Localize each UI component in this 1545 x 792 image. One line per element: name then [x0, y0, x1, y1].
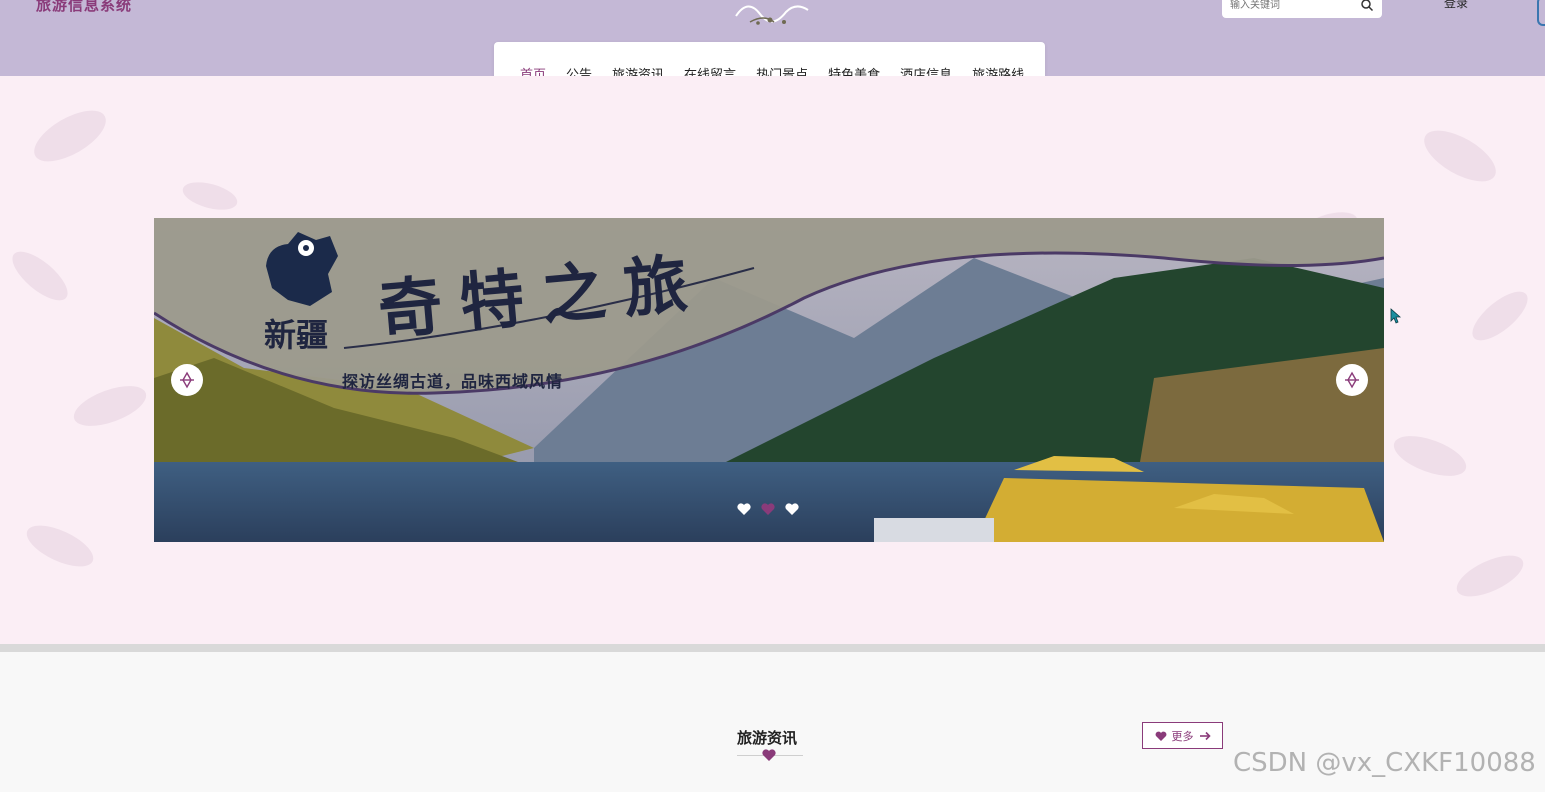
carousel-prev-button[interactable] — [171, 364, 203, 396]
compass-arrow-icon — [1345, 371, 1359, 389]
arrow-right-icon — [1199, 731, 1211, 740]
side-handle[interactable] — [1537, 0, 1545, 26]
section-divider — [0, 644, 1545, 652]
banner-region-text: 新疆 — [264, 316, 329, 354]
watermark-text: CSDN @vx_CXKF10088 — [1233, 748, 1536, 778]
search-box[interactable] — [1222, 0, 1382, 18]
more-button[interactable]: 更多 — [1142, 722, 1223, 749]
compass-arrow-icon — [180, 371, 194, 389]
section-title: 旅游资讯 — [737, 729, 798, 747]
carousel-dot-1[interactable] — [737, 503, 751, 515]
site-title[interactable]: 旅游信息系统 — [36, 0, 132, 15]
more-button-label: 更多 — [1171, 729, 1194, 743]
carousel-dot-3[interactable] — [785, 503, 799, 515]
login-link[interactable]: 登录 — [1444, 0, 1468, 11]
xinjiang-map-icon — [266, 232, 338, 306]
heart-icon — [762, 749, 776, 761]
search-icon[interactable] — [1360, 0, 1374, 12]
carousel-next-button[interactable] — [1336, 364, 1368, 396]
banner-subtitle: 探访丝绸古道，品味西域风情 — [342, 372, 564, 391]
site-logo[interactable] — [730, 0, 814, 28]
search-input[interactable] — [1230, 0, 1360, 11]
heart-icon — [1155, 731, 1166, 741]
mouse-cursor-icon — [1390, 308, 1402, 324]
carousel-dot-2-active[interactable] — [761, 503, 775, 515]
carousel-indicators — [737, 503, 799, 515]
hero-banner[interactable]: 新疆 奇特之旅 探访丝绸古道，品味西域风情 — [154, 218, 1384, 542]
